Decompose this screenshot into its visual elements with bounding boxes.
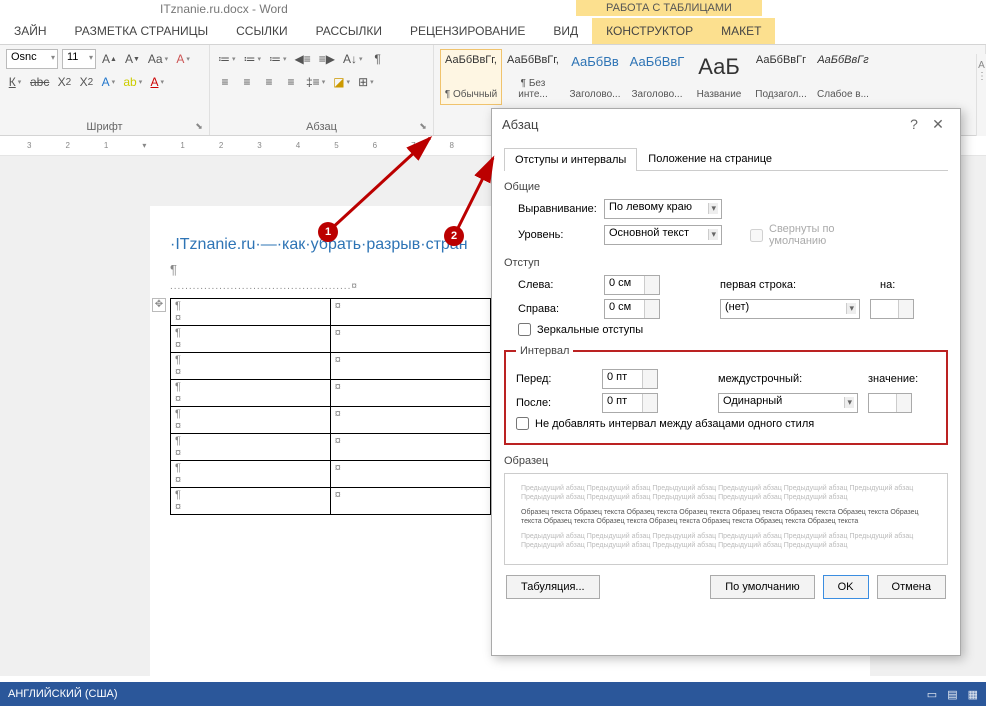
justify-icon[interactable]: ≡ [282, 72, 300, 92]
firstline-by-spin[interactable] [870, 299, 914, 319]
tab-line-page[interactable]: Положение на странице [637, 147, 783, 170]
left-label: Слева: [504, 279, 604, 291]
alpha-pane-edge: А⋮ [976, 54, 986, 144]
style-normal[interactable]: АаБбВвГг,¶ Обычный [440, 49, 502, 105]
preview-box: Предыдущий абзац Предыдущий абзац Предыд… [504, 473, 948, 565]
style-nospacing[interactable]: АаБбВвГг,¶ Без инте... [502, 49, 564, 105]
annotation-badge-1: 1 [318, 222, 338, 242]
style-subtle[interactable]: АаБбВвГгСлабое в... [812, 49, 874, 105]
text-effects-icon[interactable]: A [99, 72, 117, 92]
linespacing-at-spin[interactable] [868, 393, 912, 413]
align-label: Выравнивание: [504, 203, 604, 215]
font-launcher-icon[interactable]: ⬊ [193, 121, 205, 133]
close-icon[interactable]: ✕ [926, 116, 950, 133]
tab-mailings[interactable]: РАССЫЛКИ [302, 18, 396, 44]
firstline-label: первая строка: [720, 279, 840, 291]
default-button[interactable]: По умолчанию [710, 575, 814, 599]
subscript-icon[interactable]: X2 [55, 72, 73, 92]
align-select[interactable]: По левому краю [604, 199, 722, 219]
tab-indents[interactable]: Отступы и интервалы [504, 148, 637, 171]
increase-indent-icon[interactable]: ≡▶ [317, 49, 337, 69]
align-center-icon[interactable]: ≡ [238, 72, 256, 92]
dialog-titlebar[interactable]: Абзац ? ✕ [492, 109, 960, 139]
change-case-icon[interactable]: Aa [146, 49, 170, 69]
interval-legend: Интервал [516, 345, 573, 357]
dialog-title: Абзац [502, 117, 538, 132]
on-label: на: [880, 279, 895, 291]
shading-icon[interactable]: ◪ [331, 72, 352, 92]
level-select[interactable]: Основной текст [604, 225, 722, 245]
borders-icon[interactable]: ⊞ [356, 72, 376, 92]
paragraph-dialog: Абзац ? ✕ Отступы и интервалы Положение … [491, 108, 961, 656]
tab-page-layout[interactable]: РАЗМЕТКА СТРАНИЦЫ [61, 18, 223, 44]
sort-icon[interactable]: A↓ [341, 49, 365, 69]
underline-icon[interactable]: К [6, 72, 24, 92]
indent-left-spin[interactable]: 0 см [604, 275, 660, 295]
document-title: ITznanie.ru.docx - Word [160, 2, 288, 16]
group-font-label: Шрифт⬊ [6, 121, 203, 133]
help-icon[interactable]: ? [902, 116, 926, 132]
tab-design[interactable]: ЗАЙН [0, 18, 61, 44]
ribbon-tabs: ЗАЙН РАЗМЕТКА СТРАНИЦЫ ССЫЛКИ РАССЫЛКИ Р… [0, 18, 986, 44]
table-tools-label: РАБОТА С ТАБЛИЦАМИ [576, 0, 762, 16]
style-title[interactable]: АаБНазвание [688, 49, 750, 105]
section-general: Общие [504, 181, 948, 193]
bullets-icon[interactable]: ≔ [216, 49, 238, 69]
before-label: Перед: [516, 373, 602, 385]
tabs-button[interactable]: Табуляция... [506, 575, 600, 599]
readmode-icon[interactable]: ▭ [927, 688, 937, 701]
section-indent: Отступ [504, 257, 948, 269]
table-move-handle[interactable]: ✥ [152, 298, 166, 312]
status-bar: АНГЛИЙСКИЙ (США) ▭ ▤ ▦ [0, 682, 986, 706]
annotation-arrow-1 [320, 130, 450, 240]
linespacing-label: междустрочный: [718, 373, 838, 385]
noadd-checkbox[interactable] [516, 417, 529, 430]
mirror-checkbox[interactable] [518, 323, 531, 336]
interval-fieldset: Интервал Перед: 0 пт междустрочный: знач… [504, 345, 948, 445]
font-name-box[interactable]: Osnc [6, 49, 58, 69]
tab-references[interactable]: ССЫЛКИ [222, 18, 301, 44]
style-heading2[interactable]: АаБбВвГЗаголово... [626, 49, 688, 105]
title-bar: ITznanie.ru.docx - Word [0, 0, 986, 18]
superscript-icon[interactable]: X2 [77, 72, 95, 92]
highlight-icon[interactable]: ab [121, 72, 144, 92]
style-subtitle[interactable]: АаБбВвГгПодзагол... [750, 49, 812, 105]
clear-format-icon[interactable]: A [174, 49, 192, 69]
after-label: После: [516, 397, 602, 409]
style-heading1[interactable]: АаБбВвЗаголово... [564, 49, 626, 105]
firstline-select[interactable]: (нет) [720, 299, 860, 319]
align-left-icon[interactable]: ≡ [216, 72, 234, 92]
grow-font-icon[interactable]: A▲ [100, 49, 119, 69]
tab-table-layout[interactable]: МАКЕТ [707, 18, 775, 44]
tab-view[interactable]: ВИД [539, 18, 592, 44]
font-color-icon[interactable]: A [148, 72, 166, 92]
strike-icon[interactable]: abc [28, 72, 51, 92]
value-label: значение: [868, 373, 918, 385]
before-spin[interactable]: 0 пт [602, 369, 658, 389]
annotation-badge-2: 2 [444, 226, 464, 246]
align-right-icon[interactable]: ≡ [260, 72, 278, 92]
level-label: Уровень: [504, 229, 604, 241]
decrease-indent-icon[interactable]: ◀≡ [293, 49, 313, 69]
styles-gallery: АаБбВвГг,¶ Обычный АаБбВвГг,¶ Без инте..… [440, 49, 979, 105]
weblayout-icon[interactable]: ▦ [968, 688, 978, 701]
indent-right-spin[interactable]: 0 см [604, 299, 660, 319]
numbering-icon[interactable]: ≔ [242, 49, 264, 69]
shrink-font-icon[interactable]: A▼ [123, 49, 142, 69]
ok-button[interactable]: OK [823, 575, 869, 599]
tab-table-design[interactable]: КОНСТРУКТОР [592, 18, 707, 44]
cancel-button[interactable]: Отмена [877, 575, 946, 599]
collapse-checkbox [750, 229, 763, 242]
section-sample: Образец [504, 455, 948, 467]
linespacing-select[interactable]: Одинарный [718, 393, 858, 413]
tab-review[interactable]: РЕЦЕНЗИРОВАНИЕ [396, 18, 539, 44]
line-spacing-icon[interactable]: ‡≡ [304, 72, 327, 92]
multilevel-icon[interactable]: ≔ [267, 49, 289, 69]
status-language[interactable]: АНГЛИЙСКИЙ (США) [8, 688, 118, 700]
after-spin[interactable]: 0 пт [602, 393, 658, 413]
right-label: Справа: [504, 303, 604, 315]
font-size-box[interactable]: 11 [62, 49, 96, 69]
printlayout-icon[interactable]: ▤ [947, 688, 957, 701]
pilcrow-icon[interactable]: ¶ [369, 49, 387, 69]
